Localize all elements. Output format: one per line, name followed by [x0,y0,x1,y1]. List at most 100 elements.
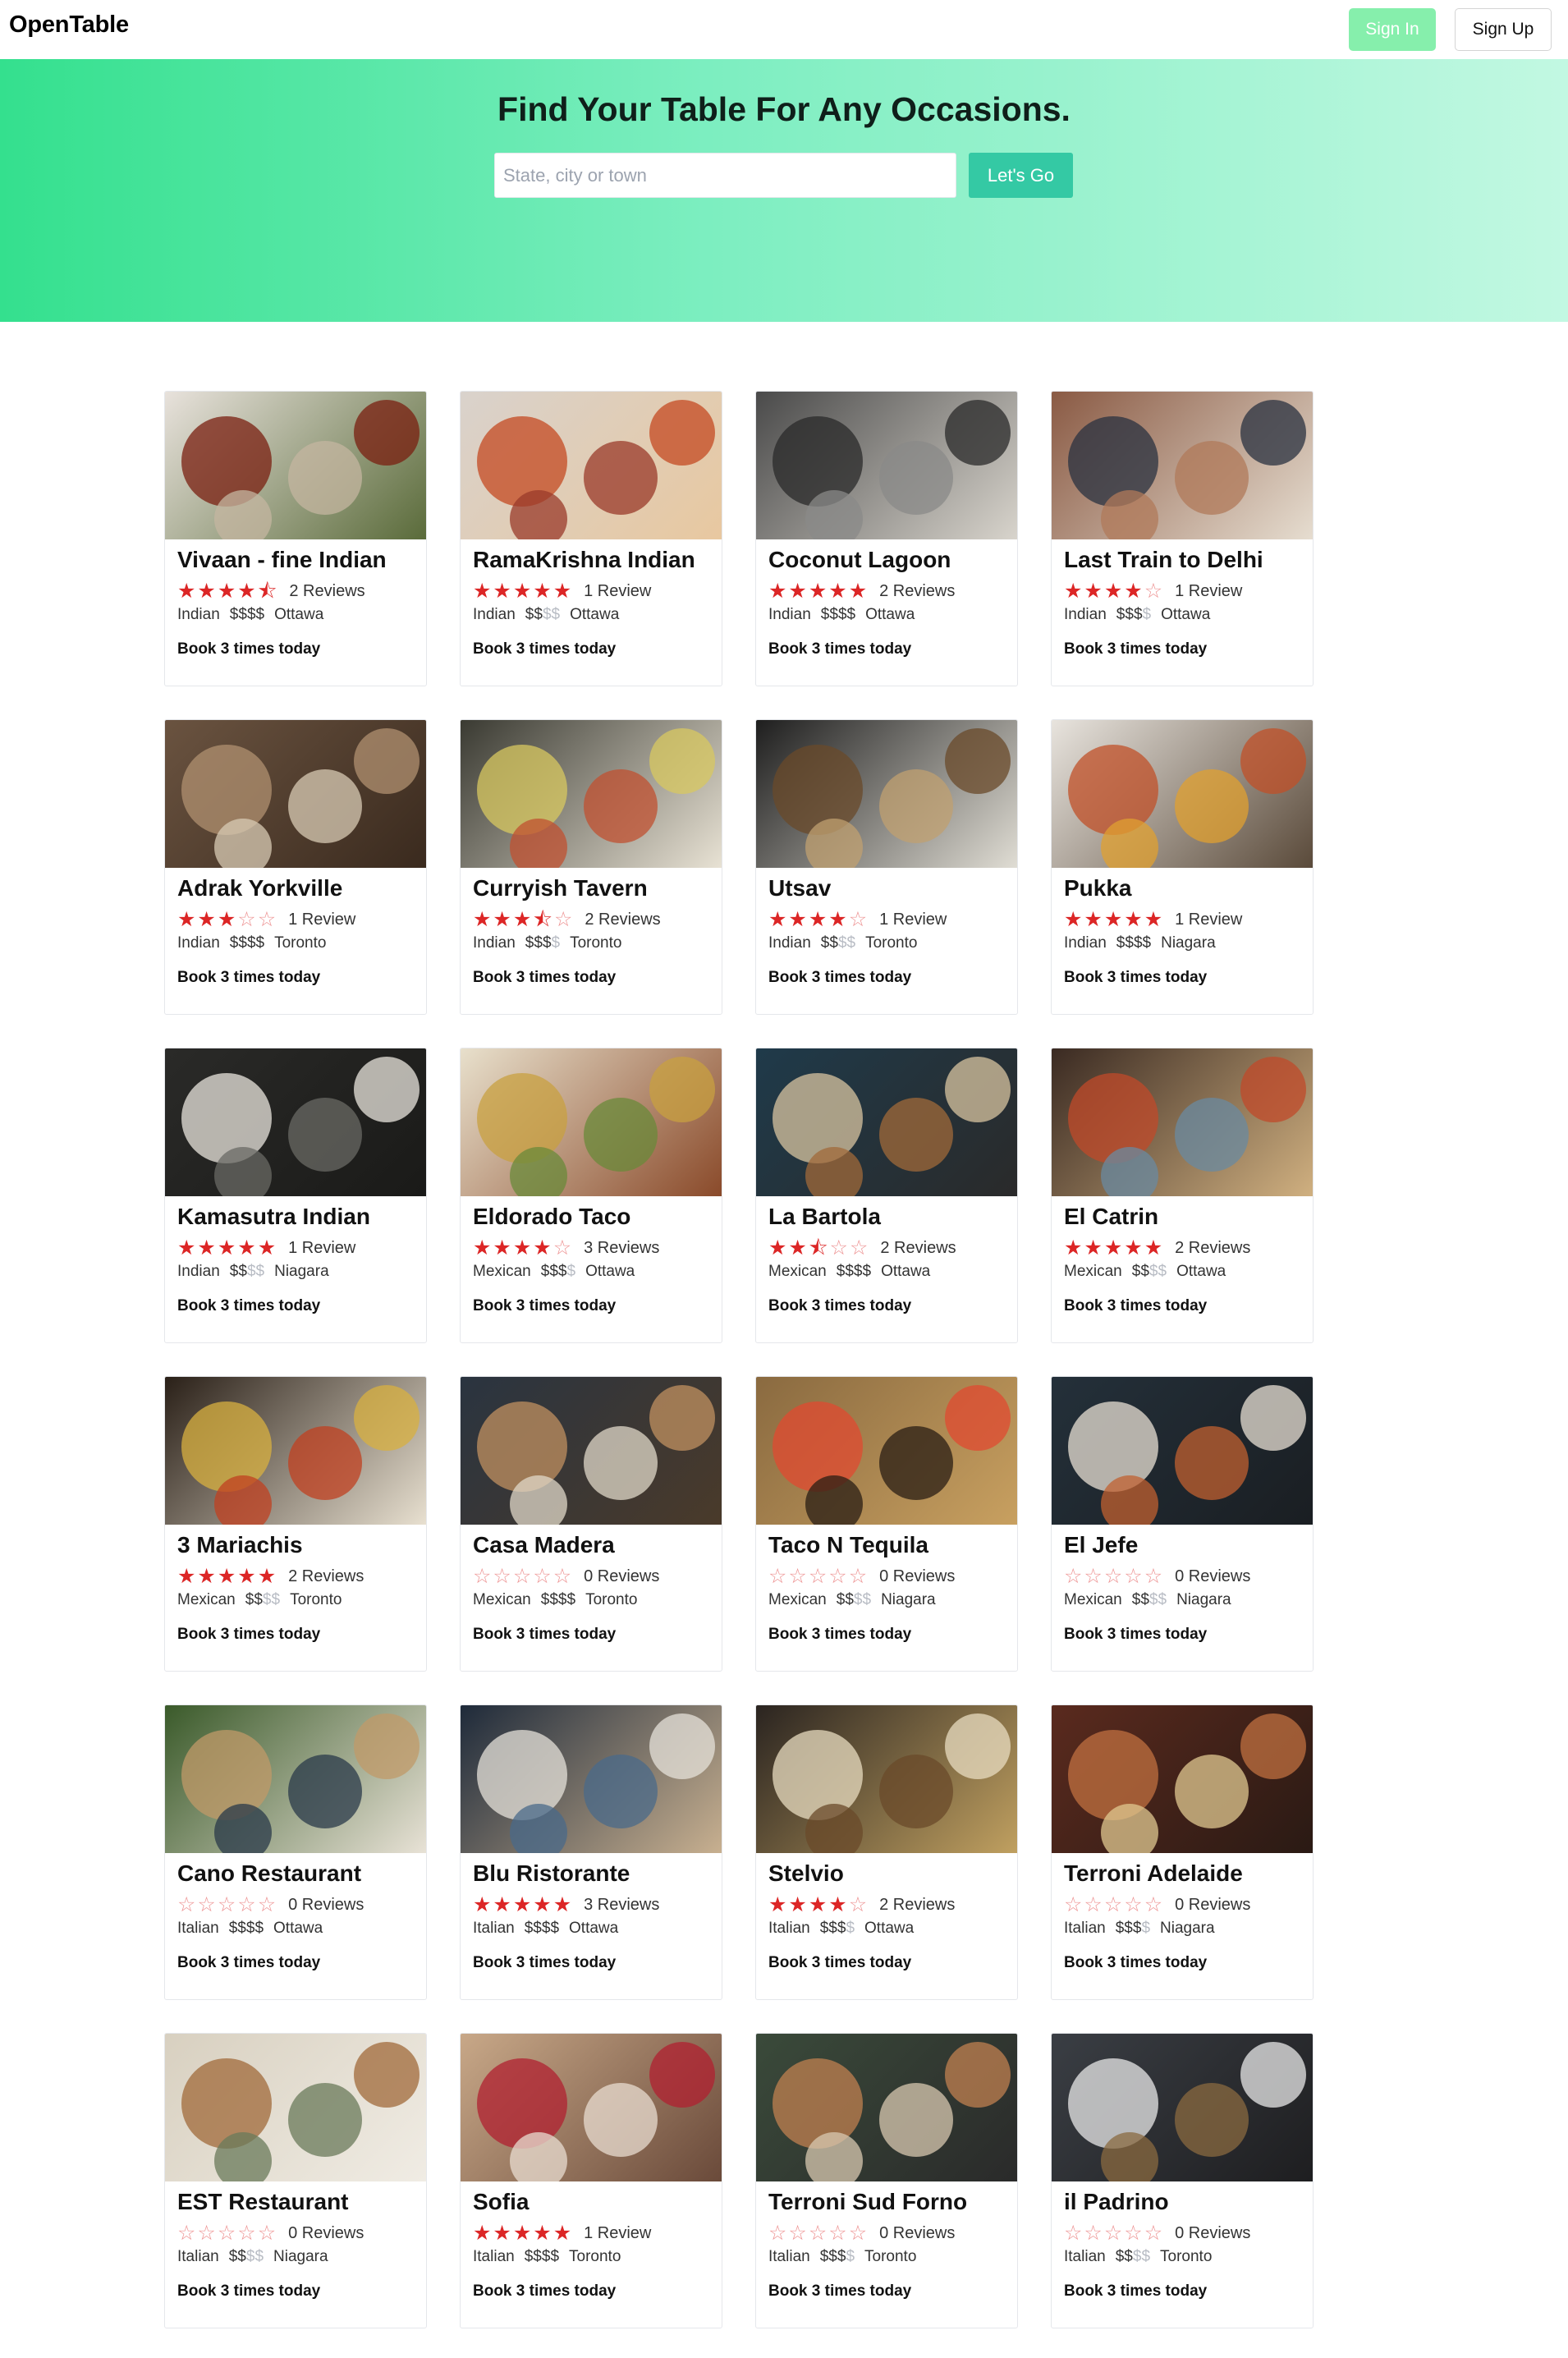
restaurant-card[interactable]: 3 Mariachis ★★★★★ 2 Reviews Mexican $$$$ Toro… [164,1376,427,1672]
star-empty-icon: ☆ [237,2222,258,2245]
navbar: OpenTable Sign In Sign Up [0,0,1568,59]
restaurant-card[interactable]: Taco N Tequila ☆☆☆☆☆ 0 Reviews Mexican $$$$ N… [755,1376,1018,1672]
cuisine-label: Mexican [473,1263,531,1280]
restaurant-name: Cano Restaurant [177,1860,362,1886]
star-empty-icon: ☆ [1103,1565,1125,1588]
star-empty-icon: ☆ [552,1565,574,1588]
restaurant-card[interactable]: EST Restaurant ☆☆☆☆☆ 0 Reviews Italian $$$$ N… [164,2033,427,2328]
star-empty-icon: ☆ [848,908,869,931]
booking-count: Book 3 times today [768,2282,912,2300]
star-empty-icon: ☆ [1064,1893,1084,1916]
star-empty-icon: ☆ [493,1565,513,1588]
restaurant-card[interactable]: La Bartola ★★⯪☆☆ 2 Reviews Mexican $$$$ Ottaw… [755,1048,1018,1343]
star-full-icon: ★ [177,580,198,603]
city-label: Niagara [1161,934,1216,952]
restaurant-card[interactable]: Kamasutra Indian ★★★★★ 1 Review Indian $$$$ N… [164,1048,427,1343]
star-full-icon: ★ [197,1565,218,1588]
star-half-icon: ⯪ [808,1236,830,1259]
star-full-icon: ★ [473,2222,493,2245]
restaurant-card[interactable]: Adrak Yorkville ★★★☆☆ 1 Review Indian $$$$ To… [164,719,427,1015]
star-full-icon: ★ [237,1236,258,1259]
price-level: $$$$ [228,1920,264,1937]
restaurant-card[interactable]: Casa Madera ☆☆☆☆☆ 0 Reviews Mexican $$$$ Toro… [460,1376,722,1672]
price-level: $$$$ [1116,934,1152,952]
logo[interactable]: OpenTable [9,11,129,39]
review-count: 0 Reviews [879,1567,956,1585]
star-full-icon: ★ [1124,580,1144,603]
star-empty-icon: ☆ [808,1565,829,1588]
city-label: Toronto [865,934,918,952]
restaurant-card[interactable]: Eldorado Taco ★★★★☆ 3 Reviews Mexican $$$$ Ot… [460,1048,722,1343]
restaurant-name: il Padrino [1064,2189,1169,2214]
restaurant-card[interactable]: Stelvio ★★★★☆ 2 Reviews Italian $$$$ Ottawa Bo… [755,1704,1018,2000]
restaurant-card[interactable]: El Catrin ★★★★★ 2 Reviews Mexican $$$$ Ottawa… [1051,1048,1314,1343]
booking-count: Book 3 times today [1064,1626,1208,1643]
star-full-icon: ★ [1084,1236,1104,1259]
star-full-icon: ★ [552,2222,574,2245]
restaurant-name: El Jefe [1064,1532,1139,1557]
city-label: Toronto [274,934,327,952]
star-empty-icon: ☆ [553,908,575,931]
restaurant-name: Stelvio [768,1860,844,1886]
star-full-icon: ★ [197,908,218,931]
review-count: 1 Review [584,2223,652,2242]
cuisine-label: Italian [473,1920,515,1937]
restaurant-card[interactable]: Blu Ristorante ★★★★★ 3 Reviews Italian $$$$ O… [460,1704,722,2000]
star-full-icon: ★ [828,1893,849,1916]
restaurant-card[interactable]: Pukka ★★★★★ 1 Review Indian $$$$ Niagara Book … [1051,719,1314,1015]
price-level: $$$$ [540,1591,576,1608]
star-full-icon: ★ [788,1893,809,1916]
star-empty-icon: ☆ [1124,1565,1144,1588]
restaurant-image [756,720,1017,868]
restaurant-card[interactable]: il Padrino ☆☆☆☆☆ 0 Reviews Italian $$$$ Toron… [1051,2033,1314,2328]
star-rating: ★★⯪☆☆ [768,1236,869,1259]
review-count: 0 Reviews [1175,1895,1251,1914]
star-full-icon: ★ [1103,580,1125,603]
city-label: Toronto [585,1591,638,1608]
restaurant-grid: Vivaan - fine Indian ★★★★⯪ 2 Reviews Indian… [164,391,1314,2328]
restaurant-card[interactable]: Utsav ★★★★☆ 1 Review Indian $$$$ Toronto Book … [755,719,1018,1015]
booking-count: Book 3 times today [177,969,321,986]
star-full-icon: ★ [257,1236,278,1259]
star-full-icon: ★ [828,580,849,603]
restaurant-card[interactable]: Terroni Adelaide ☆☆☆☆☆ 0 Reviews Italian $$$… [1051,1704,1314,2000]
restaurant-card[interactable]: Vivaan - fine Indian ★★★★⯪ 2 Reviews Indian… [164,391,427,686]
star-full-icon: ★ [217,1236,238,1259]
restaurant-card[interactable]: Last Train to Delhi ★★★★☆ 1 Review Indian $$… [1051,391,1314,686]
booking-count: Book 3 times today [768,640,912,658]
star-rating: ☆☆☆☆☆ [1064,1565,1165,1588]
star-empty-icon: ☆ [828,2222,849,2245]
price-level: $$$$ [820,606,856,623]
review-count: 0 Reviews [584,1567,660,1585]
sign-in-button[interactable]: Sign In [1349,8,1436,51]
star-full-icon: ★ [217,908,238,931]
restaurant-card[interactable]: Curryish Tavern ★★★⯪☆ 2 Reviews Indian $$$$ T… [460,719,722,1015]
restaurant-card[interactable]: Terroni Sud Forno ☆☆☆☆☆ 0 Reviews Italian $$… [755,2033,1018,2328]
restaurant-card[interactable]: RamaKrishna Indian ★★★★★ 1 Review Indian $$$… [460,391,722,686]
price-level: $$$$ [229,934,265,952]
star-empty-icon: ☆ [1124,2222,1144,2245]
city-label: Ottawa [1161,606,1211,623]
location-search-input[interactable] [494,153,956,198]
star-empty-icon: ☆ [177,2222,198,2245]
restaurant-card[interactable]: Sofia ★★★★★ 1 Review Italian $$$$ Toronto Book… [460,2033,722,2328]
restaurant-image [461,720,722,868]
cuisine-label: Italian [473,2248,515,2265]
restaurant-card[interactable]: Cano Restaurant ☆☆☆☆☆ 0 Reviews Italian $$$$… [164,1704,427,2000]
star-rating: ☆☆☆☆☆ [177,2222,277,2245]
lets-go-button[interactable]: Let's Go [969,153,1073,198]
restaurant-name: Terroni Sud Forno [768,2189,968,2214]
restaurant-name: EST Restaurant [177,2189,349,2214]
booking-count: Book 3 times today [473,1954,617,1971]
sign-up-button[interactable]: Sign Up [1455,8,1552,51]
star-rating: ★★★★★ [177,1236,278,1259]
price-level: $$$$ [819,1920,855,1937]
star-empty-icon: ☆ [1144,2222,1165,2245]
cuisine-label: Indian [177,606,220,623]
restaurant-card[interactable]: Coconut Lagoon ★★★★★ 2 Reviews Indian $$$$ Ot… [755,391,1018,686]
price-level: $$$$ [836,1591,872,1608]
star-rating: ☆☆☆☆☆ [473,1565,574,1588]
city-label: Ottawa [273,1920,323,1937]
star-empty-icon: ☆ [1144,1565,1165,1588]
restaurant-card[interactable]: El Jefe ☆☆☆☆☆ 0 Reviews Mexican $$$$ Niagara B… [1051,1376,1314,1672]
